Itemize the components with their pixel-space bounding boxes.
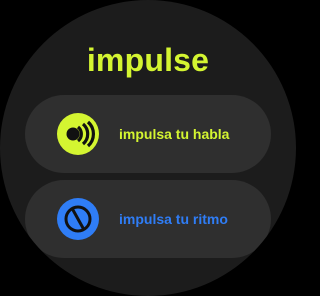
rhythm-chip-label: impulsa tu ritmo [119, 211, 228, 227]
speech-chip-label: impulsa tu habla [119, 126, 230, 142]
speech-waves-icon [57, 113, 99, 155]
speech-chip[interactable]: impulsa tu habla [25, 95, 271, 173]
app-title: impulse [86, 42, 210, 78]
metronome-icon [57, 198, 99, 240]
watch-screen: impulse impulsa tu habla impulsa tu ritm… [0, 0, 296, 296]
rhythm-chip[interactable]: impulsa tu ritmo [25, 180, 271, 258]
